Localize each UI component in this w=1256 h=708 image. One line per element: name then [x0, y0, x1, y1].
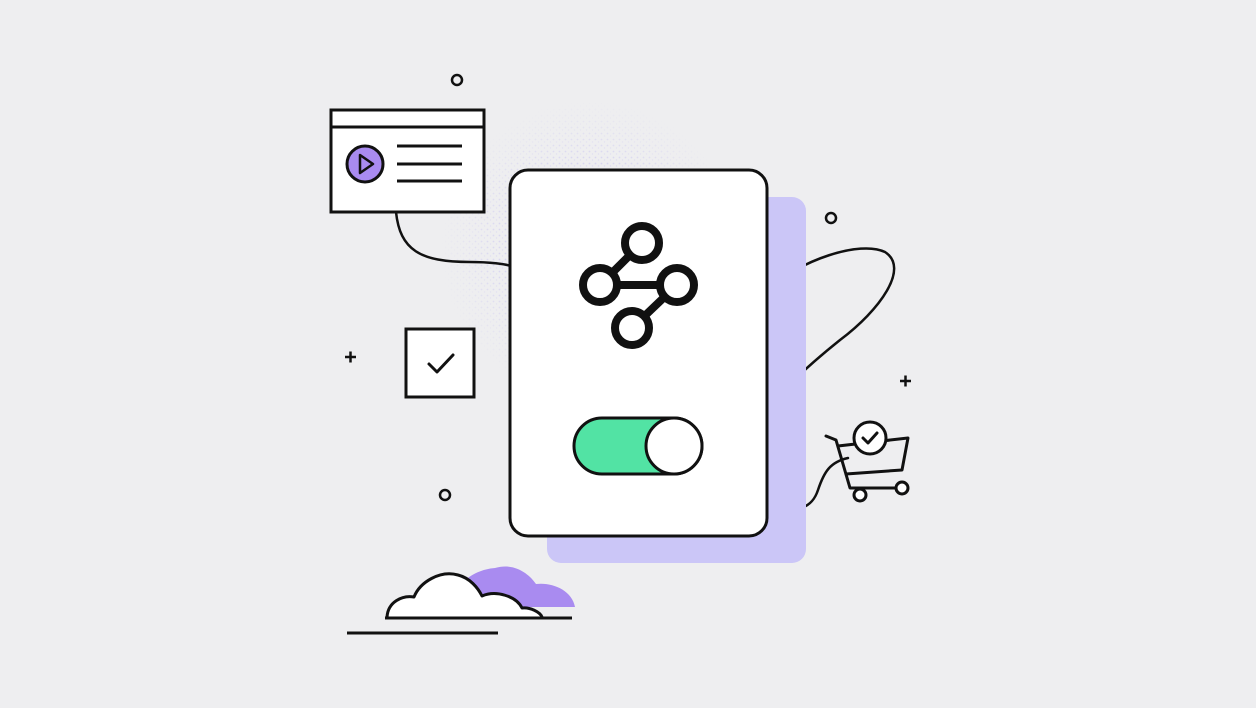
dot-icon — [438, 488, 452, 502]
dot-icon — [824, 211, 838, 225]
plus-icon — [900, 375, 911, 387]
checkbox[interactable] — [404, 327, 476, 399]
plus-icon — [345, 351, 356, 363]
toggle-switch[interactable] — [572, 416, 704, 476]
main-card — [508, 168, 769, 538]
toggle-knob — [644, 416, 704, 476]
dot-icon — [450, 73, 464, 87]
video-window — [329, 108, 486, 214]
cloud-icon — [347, 566, 575, 635]
integration-illustration — [0, 0, 1256, 708]
play-icon — [345, 144, 385, 184]
